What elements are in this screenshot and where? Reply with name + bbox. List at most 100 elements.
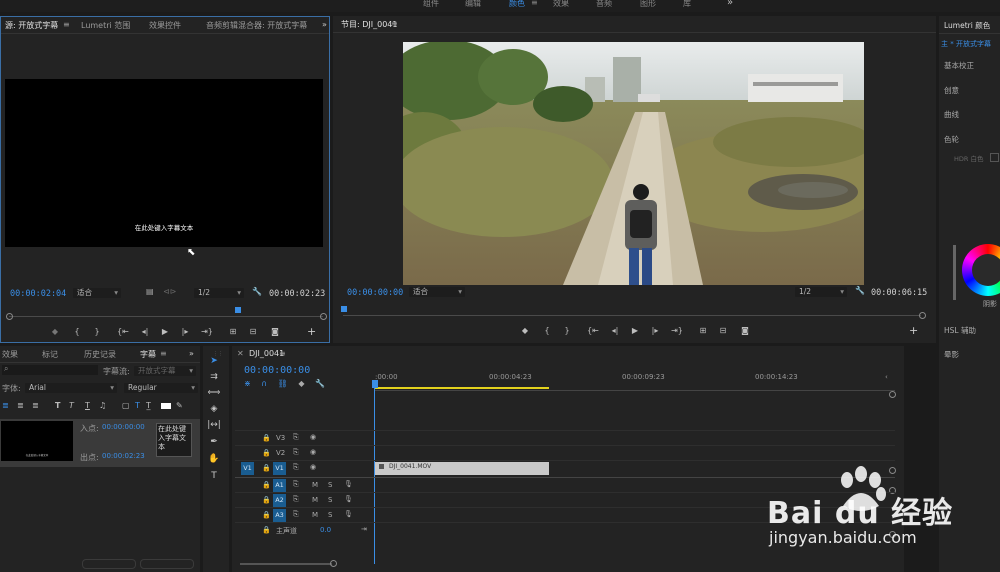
step-back-icon[interactable]: ◂| [139,327,151,336]
track-select-tool-icon[interactable]: ⇉ [206,372,222,386]
hand-tool-icon[interactable]: ✋ [206,454,222,468]
mic-icon[interactable]: 🎙 [344,495,353,503]
tab-markers[interactable]: 标记 [42,349,58,360]
tab-history[interactable]: 历史记录 [84,349,116,360]
caption-stream-select[interactable]: 开放式字幕 [134,366,196,376]
program-timecode-current[interactable]: 00:00:00:00 [347,288,403,298]
program-title[interactable]: 节目: DJI_0041 [341,19,397,30]
go-to-out-icon[interactable]: ⇥} [201,327,213,336]
timeline-settings-icon[interactable]: 🔧 [315,379,325,388]
lumetri-section-wheels[interactable]: 色轮 [944,134,959,145]
mute-button[interactable]: M [312,496,318,504]
align-center-icon[interactable]: ≣ [17,401,24,410]
workspace-tab-3[interactable]: 效果 [553,0,569,9]
timeline-hscroll[interactable] [240,563,332,565]
mark-out-icon[interactable]: } [91,327,103,336]
workspace-overflow-icon[interactable]: » [727,0,733,8]
workspace-tab-4[interactable]: 音频 [596,0,612,9]
italic-icon[interactable]: T [69,401,74,410]
solo-button[interactable]: S [328,496,332,504]
add-marker-icon[interactable]: ◆ [49,327,61,336]
lumetri-hdr-checkbox[interactable] [990,153,999,162]
source-playhead[interactable] [235,307,241,313]
export-frame-icon[interactable]: ◙ [269,327,281,336]
snap-icon[interactable]: ∩ [261,379,267,388]
program-play-icon[interactable]: ▶ [629,326,641,335]
lock-icon[interactable]: 🔒 [262,496,271,504]
timeline-menu-icon[interactable]: ≡ [279,349,286,358]
ripple-edit-tool-icon[interactable]: ⟺ [206,388,222,402]
timeline-timecode[interactable]: 00:00:00:00 [244,365,310,376]
caption-text-field[interactable]: 在此处键入字幕文本 [156,423,192,457]
timeline-work-area-bar[interactable] [375,387,549,389]
program-lift-icon[interactable]: ⊞ [697,326,709,335]
font-style-select[interactable]: Regular [124,383,198,393]
music-icon[interactable]: ♫ [99,401,106,410]
lumetri-title[interactable]: Lumetri 颜色 [944,20,990,31]
type-tool-icon[interactable]: T [206,471,222,485]
lock-icon[interactable]: 🔒 [262,434,271,442]
mute-button[interactable]: M [312,511,318,519]
workspace-menu-icon[interactable]: ≡ [531,0,538,7]
lumetri-section-curves[interactable]: 曲线 [944,109,959,120]
solo-button[interactable]: S [328,511,332,519]
go-to-in-icon[interactable]: {⇤ [117,327,129,336]
panel-menu-icon[interactable]: ≡ [63,20,70,29]
nest-icon[interactable]: ⋇ [244,379,251,388]
insert-icon[interactable]: ⊞ [227,327,239,336]
timeline-marker-icon[interactable]: ◆ [298,379,304,388]
remove-caption-button[interactable] [140,559,194,569]
lock-icon[interactable]: 🔒 [262,464,271,472]
sync-icon[interactable]: ⎘ [293,510,299,519]
program-mark-in-icon[interactable]: { [541,326,553,335]
source-timecode-current[interactable]: 00:00:02:04 [10,289,66,299]
pen-tool-icon[interactable]: ✒ [206,437,222,451]
mic-icon[interactable]: 🎙 [344,510,353,518]
source-patch-v1[interactable]: V1 [241,462,254,475]
in-point-value[interactable]: 00:00:00:00 [102,423,145,431]
program-step-forward-icon[interactable]: |▸ [649,326,661,335]
program-add-marker-icon[interactable]: ◆ [519,326,531,335]
align-right-icon[interactable]: ≣ [32,401,39,410]
program-settings-wrench-icon[interactable]: 🔧 [855,286,865,295]
text-color-icon[interactable]: T [135,401,140,410]
program-add-button-icon[interactable]: + [909,324,918,337]
timeline-hscroll-end[interactable] [330,560,337,567]
captions-search-box[interactable]: ⌕ [2,364,98,375]
text-background-icon[interactable]: T̲ [146,401,151,410]
lumetri-section-basic[interactable]: 基本校正 [944,60,974,71]
tab-source[interactable]: 源: 开放式字幕 [5,20,58,31]
video-clip[interactable]: DJI_0041.MOV [375,462,549,475]
lumetri-subtitle[interactable]: 主 * 开放式字幕 [941,39,991,49]
underline-icon[interactable]: T [85,401,90,410]
workspace-tab-5[interactable]: 图形 [640,0,656,9]
track-a3-label[interactable]: A3 [273,509,286,522]
panel-overflow-icon[interactable]: » [322,20,327,29]
program-resolution-select[interactable]: 1/2 [795,287,847,297]
go-to-end-icon[interactable]: ⇥ [361,525,367,533]
tab-effect-controls[interactable]: 效果控件 [149,20,181,31]
bold-icon[interactable]: T [55,401,60,410]
lock-icon[interactable]: 🔒 [262,511,271,519]
source-fit-select[interactable]: 适合 [73,288,121,298]
eye-icon[interactable]: ◉ [310,433,316,441]
razor-tool-icon[interactable]: ◈ [206,404,222,418]
timeline-scroll-dot-top[interactable] [889,391,896,398]
color-wheel-slider[interactable] [953,245,956,300]
source-settings-wrench-icon[interactable]: 🔧 [252,287,262,296]
source-insert-icon[interactable]: ⊲⊳ [163,287,176,296]
sync-icon[interactable]: ⎘ [293,480,299,489]
caption-list-item[interactable]: 在此处键入字幕文本 入点: 00:00:00:00 出点: 00:00:02:2… [0,419,200,467]
workspace-tab-1[interactable]: 编辑 [465,0,481,9]
program-mark-out-icon[interactable]: } [561,326,573,335]
sync-icon[interactable]: ⎘ [293,495,299,504]
mic-icon[interactable]: 🎙 [344,480,353,488]
mark-in-icon[interactable]: { [71,327,83,336]
tab-audio-mixer[interactable]: 音频剪辑混合器: 开放式字幕 [206,20,307,31]
workspace-tab-2[interactable]: 颜色 [509,0,525,9]
tab-lumetri-scopes[interactable]: Lumetri 范围 [81,20,130,31]
color-swatch[interactable] [161,403,171,409]
background-icon[interactable]: ▢ [122,401,130,410]
program-fit-select[interactable]: 适合 [409,287,465,297]
timeline-close-icon[interactable]: ✕ [237,349,244,358]
